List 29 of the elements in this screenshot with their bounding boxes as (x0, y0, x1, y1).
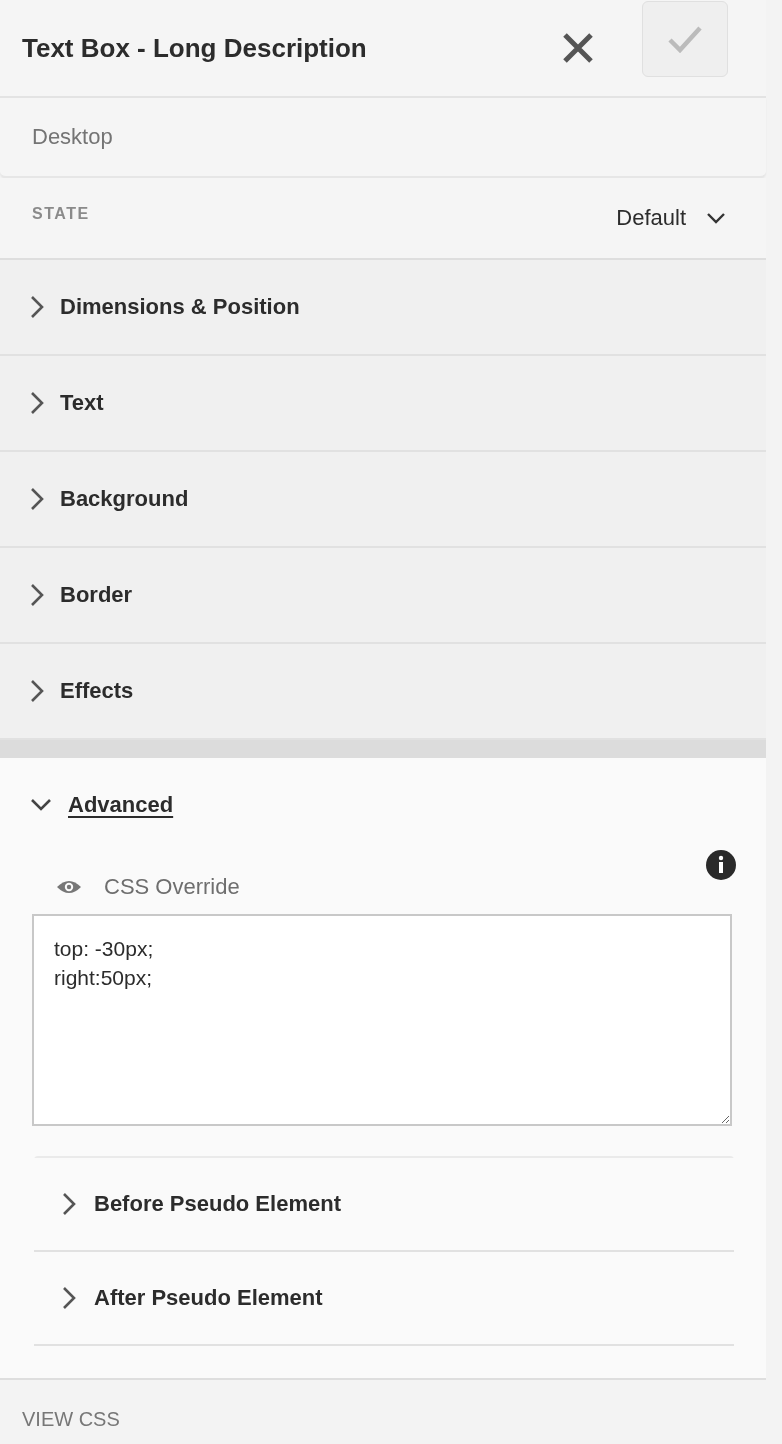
chevron-right-icon (62, 1286, 76, 1310)
chevron-right-icon (30, 487, 44, 511)
chevron-down-icon (30, 798, 52, 812)
dialog-title: Text Box - Long Description (22, 32, 368, 64)
chevron-right-icon (30, 391, 44, 415)
eye-icon[interactable] (56, 879, 82, 895)
chevron-right-icon (30, 583, 44, 607)
chevron-right-icon (30, 295, 44, 319)
section-label: Text (60, 390, 104, 416)
section-label: Advanced (68, 792, 174, 818)
field-label: CSS Override (104, 874, 240, 900)
css-textarea[interactable]: top: -30px; right:50px; (32, 914, 732, 1126)
section-label: Dimensions & Position (60, 294, 300, 320)
info-icon[interactable] (706, 850, 736, 880)
chevron-right-icon (30, 679, 44, 703)
section-label: Background (60, 486, 189, 512)
chevron-right-icon (62, 1192, 76, 1216)
breakpoint-field[interactable]: Desktop (0, 98, 766, 178)
close-icon (562, 32, 594, 64)
section-label: Effects (60, 678, 134, 704)
section-label: After Pseudo Element (94, 1285, 323, 1311)
section-label: Before Pseudo Element (94, 1191, 341, 1217)
view-css-link[interactable]: VIEW CSS (22, 1408, 120, 1430)
state-dropdown[interactable]: Default (616, 205, 726, 231)
section-toggle[interactable]: Advanced (0, 758, 766, 852)
state-label: STATE (32, 205, 90, 223)
section-label: Border (60, 582, 133, 608)
chevron-down-icon (706, 212, 726, 224)
checkmark-icon (667, 25, 703, 53)
